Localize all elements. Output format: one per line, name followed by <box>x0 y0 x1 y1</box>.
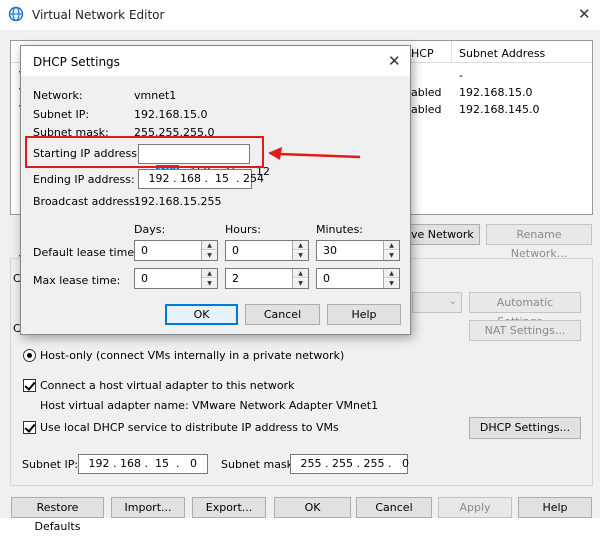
spin-up-icon[interactable]: ▲ <box>384 241 399 250</box>
use-dhcp-checkbox[interactable] <box>23 421 36 434</box>
table-row-subnet: 192.168.15.0 <box>459 86 533 99</box>
dialog-cancel-button[interactable]: Cancel <box>245 304 320 325</box>
nat-settings-button[interactable]: NAT Settings... <box>469 320 581 341</box>
default-days-value: 0 <box>141 244 148 257</box>
rename-network-button[interactable]: Rename Network... <box>486 224 592 260</box>
spin-down-icon[interactable]: ▼ <box>384 251 399 260</box>
max-minutes-spinner[interactable]: 0 ▲ ▼ <box>316 268 400 289</box>
dialog-title-bar: DHCP Settings ✕ <box>21 46 410 76</box>
network-label: Network: <box>33 89 83 102</box>
globe-icon <box>8 6 24 22</box>
spin-down-icon[interactable]: ▼ <box>384 279 399 288</box>
subnet-mask-label: Subnet mask: <box>221 458 297 471</box>
column-header-dhcp[interactable]: HCP <box>411 47 434 60</box>
network-value: vmnet1 <box>134 89 177 102</box>
adapter-name-label: Host virtual adapter name: VMware Networ… <box>40 399 379 412</box>
ok-button[interactable]: OK <box>274 497 351 518</box>
subnet-ip-field[interactable]: 192 . 168 . 15 . 0 <box>78 454 208 474</box>
spin-down-icon[interactable]: ▼ <box>202 251 217 260</box>
automatic-settings-button[interactable]: Automatic Settings... <box>469 292 581 328</box>
table-row-dhcp: abled <box>411 103 442 116</box>
spin-up-icon[interactable]: ▲ <box>202 241 217 250</box>
default-minutes-spinner[interactable]: 30 ▲ ▼ <box>316 240 400 261</box>
nat-dropdown[interactable]: ⌄ <box>412 292 462 313</box>
highlight-box <box>25 136 264 168</box>
default-days-spinner[interactable]: 0 ▲ ▼ <box>134 240 218 261</box>
title-bar: Virtual Network Editor ✕ <box>0 0 600 30</box>
spin-down-icon[interactable]: ▼ <box>293 279 308 288</box>
close-icon[interactable]: ✕ <box>578 5 591 23</box>
table-row-dhcp: abled <box>411 86 442 99</box>
max-days-spinner[interactable]: 0 ▲ ▼ <box>134 268 218 289</box>
minutes-label: Minutes: <box>316 223 364 236</box>
broadcast-value: 192.168.15.255 <box>134 195 222 208</box>
subnet-ip-label: Subnet IP: <box>22 458 79 471</box>
arrow-icon <box>268 147 361 160</box>
max-hours-value: 2 <box>232 272 239 285</box>
column-header-subnet[interactable]: Subnet Address <box>459 47 545 60</box>
spin-down-icon[interactable]: ▼ <box>202 279 217 288</box>
cancel-button[interactable]: Cancel <box>356 497 432 518</box>
spin-up-icon[interactable]: ▲ <box>293 241 308 250</box>
connect-adapter-label: Connect a host virtual adapter to this n… <box>40 379 295 392</box>
max-minutes-value: 0 <box>323 272 330 285</box>
spin-up-icon[interactable]: ▲ <box>293 269 308 278</box>
end-ip-label: Ending IP address: <box>33 173 135 186</box>
window-title: Virtual Network Editor <box>32 8 165 22</box>
default-hours-spinner[interactable]: 0 ▲ ▼ <box>225 240 309 261</box>
max-hours-spinner[interactable]: 2 ▲ ▼ <box>225 268 309 289</box>
default-hours-value: 0 <box>232 244 239 257</box>
table-row-subnet: - <box>459 69 463 82</box>
subnet-ip-value: 192.168.15.0 <box>134 108 208 121</box>
end-ip-field[interactable]: 192 . 168 . 15 . 254 <box>138 169 264 189</box>
dhcp-settings-dialog: DHCP Settings ✕ Network: vmnet1 Subnet I… <box>20 45 411 335</box>
table-row-subnet: 192.168.145.0 <box>459 103 540 116</box>
max-lease-label: Max lease time: <box>33 274 121 287</box>
spin-down-icon[interactable]: ▼ <box>293 251 308 260</box>
restore-defaults-button[interactable]: Restore Defaults <box>11 497 104 533</box>
dialog-title: DHCP Settings <box>33 55 120 69</box>
host-only-label: Host-only (connect VMs internally in a p… <box>40 349 345 362</box>
dialog-ok-button[interactable]: OK <box>165 304 238 325</box>
hours-label: Hours: <box>225 223 261 236</box>
help-button[interactable]: Help <box>518 497 592 518</box>
dialog-close-icon[interactable]: ✕ <box>388 52 401 70</box>
subnet-mask-field[interactable]: 255 . 255 . 255 . 0 <box>290 454 409 474</box>
apply-button[interactable]: Apply <box>438 497 512 518</box>
dhcp-settings-button[interactable]: DHCP Settings... <box>469 417 581 439</box>
spin-up-icon[interactable]: ▲ <box>384 269 399 278</box>
import-button[interactable]: Import... <box>111 497 185 518</box>
broadcast-label: Broadcast address: <box>33 195 139 208</box>
spin-up-icon[interactable]: ▲ <box>202 269 217 278</box>
default-lease-label: Default lease time: <box>33 246 138 259</box>
dialog-help-button[interactable]: Help <box>327 304 401 325</box>
connect-adapter-checkbox[interactable] <box>23 379 36 392</box>
max-days-value: 0 <box>141 272 148 285</box>
use-dhcp-label: Use local DHCP service to distribute IP … <box>40 421 339 434</box>
export-button[interactable]: Export... <box>192 497 266 518</box>
chevron-down-icon: ⌄ <box>448 296 457 307</box>
default-minutes-value: 30 <box>323 244 337 257</box>
subnet-ip-label: Subnet IP: <box>33 108 90 121</box>
host-only-radio[interactable] <box>23 349 36 362</box>
days-label: Days: <box>134 223 166 236</box>
